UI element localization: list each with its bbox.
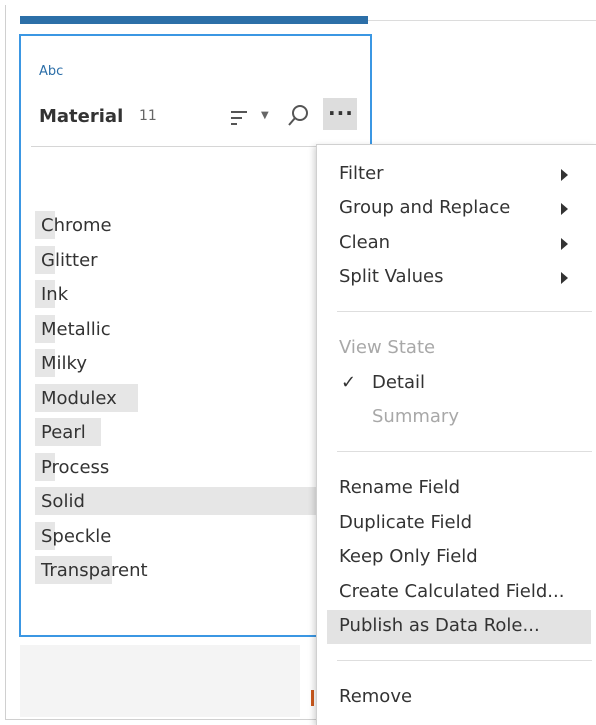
- frame-left-border: [5, 5, 6, 720]
- menu-separator: [337, 451, 592, 452]
- more-options-icon: ···: [328, 101, 354, 125]
- sort-dropdown-caret-icon[interactable]: ▼: [261, 110, 269, 121]
- header-divider: [31, 146, 321, 147]
- menu-item-publish-data-role[interactable]: Publish as Data Role...: [339, 615, 540, 636]
- menu-item-keep-only-field[interactable]: Keep Only Field: [339, 546, 478, 567]
- value-label: Speckle: [41, 525, 112, 547]
- checkmark-icon: ✓: [341, 372, 357, 393]
- field-count: 11: [139, 108, 157, 124]
- value-label: Solid: [41, 491, 85, 512]
- menu-item-clean[interactable]: Clean: [339, 232, 390, 253]
- value-label: Process: [41, 456, 110, 478]
- menu-item-summary[interactable]: Summary: [372, 406, 459, 427]
- menu-header-view-state: View State: [339, 337, 436, 358]
- chevron-right-icon: [561, 238, 568, 250]
- value-label: Transparent: [41, 560, 148, 581]
- more-options-button[interactable]: ···: [323, 98, 357, 130]
- menu-item-duplicate-field[interactable]: Duplicate Field: [339, 512, 472, 533]
- chevron-right-icon: [561, 272, 568, 284]
- menu-separator: [337, 660, 592, 661]
- data-type-label[interactable]: Abc: [39, 64, 63, 79]
- field-name[interactable]: Material: [39, 106, 123, 127]
- next-card-marker: [311, 690, 314, 706]
- menu-item-split-values[interactable]: Split Values: [339, 266, 443, 287]
- menu-item-detail[interactable]: Detail: [372, 372, 425, 393]
- chevron-right-icon: [561, 169, 568, 181]
- value-label: Chrome: [41, 215, 112, 236]
- value-label: Ink: [41, 284, 69, 305]
- sort-icon[interactable]: [229, 108, 251, 128]
- menu-item-remove[interactable]: Remove: [339, 686, 412, 707]
- chevron-right-icon: [561, 203, 568, 215]
- menu-item-rename-field[interactable]: Rename Field: [339, 477, 460, 498]
- value-label: Glitter: [41, 249, 98, 271]
- next-card-area: [20, 645, 300, 717]
- header-bar: [20, 16, 368, 24]
- value-label: Milky: [41, 353, 87, 374]
- more-options-menu: Filter Group and Replace Clean Split Val…: [316, 144, 596, 725]
- value-label: Modulex: [41, 387, 117, 409]
- menu-item-filter[interactable]: Filter: [339, 163, 384, 184]
- value-label: Pearl: [41, 422, 86, 443]
- value-label: Metallic: [41, 318, 111, 340]
- header-line: [368, 20, 596, 21]
- menu-item-create-calculated-field[interactable]: Create Calculated Field...: [339, 581, 564, 602]
- search-icon[interactable]: [285, 102, 313, 130]
- menu-separator: [337, 311, 592, 312]
- menu-item-group-replace[interactable]: Group and Replace: [339, 197, 510, 218]
